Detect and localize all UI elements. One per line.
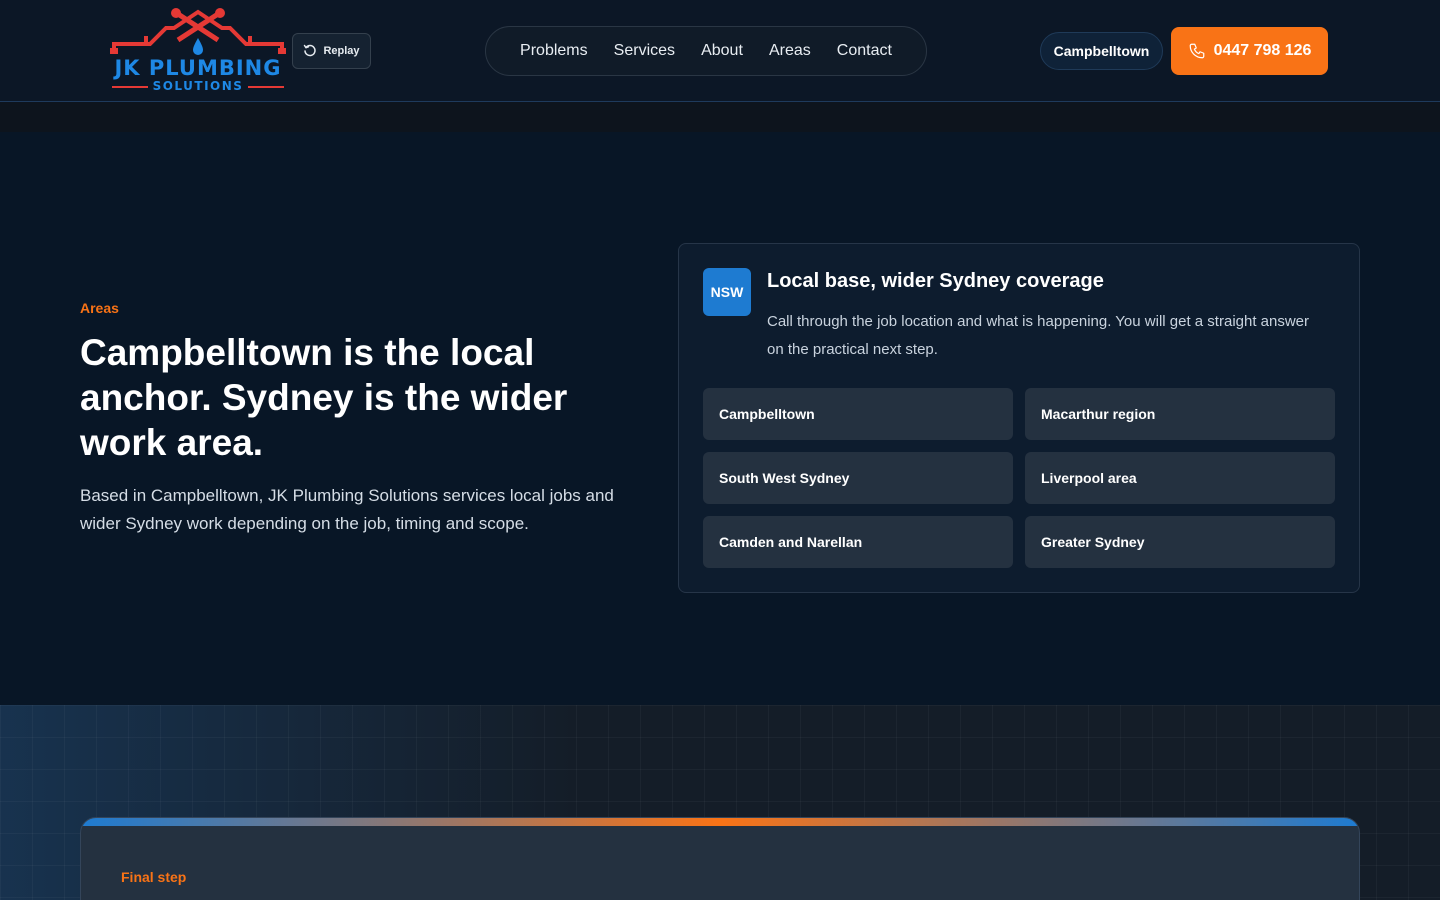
nav-item-services[interactable]: Services (614, 42, 675, 60)
nav-item-problems[interactable]: Problems (520, 42, 588, 60)
replay-icon (304, 44, 317, 57)
hero-description: Based in Campbelltown, JK Plumbing Solut… (80, 486, 614, 533)
section-eyebrow: Areas (80, 300, 119, 316)
gradient-accent-bar (81, 818, 1359, 826)
area-item-camden-narellan: Camden and Narellan (703, 516, 1013, 568)
area-item-campbelltown: Campbelltown (703, 388, 1013, 440)
house-pipe-logo-icon (110, 8, 286, 55)
site-header: JK PLUMBING SOLUTIONS Replay Problems Se… (0, 0, 1440, 102)
phone-icon (1189, 43, 1204, 59)
coverage-card: NSW Local base, wider Sydney coverage Ca… (678, 243, 1360, 593)
nav-item-areas[interactable]: Areas (769, 42, 811, 60)
replay-button[interactable]: Replay (292, 33, 371, 69)
final-step-card: Final step (80, 817, 1360, 900)
header-divider-band (0, 102, 1440, 132)
page-title: Campbelltown is the local anchor. Sydney… (80, 332, 568, 463)
area-list: Campbelltown Macarthur region South West… (703, 388, 1335, 568)
main-nav: Problems Services About Areas Contact (485, 26, 927, 76)
area-item-macarthur: Macarthur region (1025, 388, 1335, 440)
state-badge: NSW (703, 268, 751, 316)
card-title: Local base, wider Sydney coverage (767, 270, 1104, 292)
final-step-eyebrow: Final step (121, 869, 187, 885)
card-description: Call through the job location and what i… (767, 313, 1310, 358)
logo[interactable]: JK PLUMBING SOLUTIONS (110, 8, 286, 94)
location-badge: Campbelltown (1040, 32, 1163, 70)
logo-brand-text: JK PLUMBING (114, 56, 282, 80)
nav-item-contact[interactable]: Contact (837, 42, 892, 60)
replay-label: Replay (323, 45, 360, 57)
phone-number: 0447 798 126 (1213, 42, 1312, 59)
call-phone-button[interactable]: 0447 798 126 (1171, 27, 1328, 75)
area-item-south-west-sydney: South West Sydney (703, 452, 1013, 504)
area-item-liverpool: Liverpool area (1025, 452, 1335, 504)
area-item-greater-sydney: Greater Sydney (1025, 516, 1335, 568)
nav-item-about[interactable]: About (701, 42, 743, 60)
logo-divider (248, 86, 284, 88)
